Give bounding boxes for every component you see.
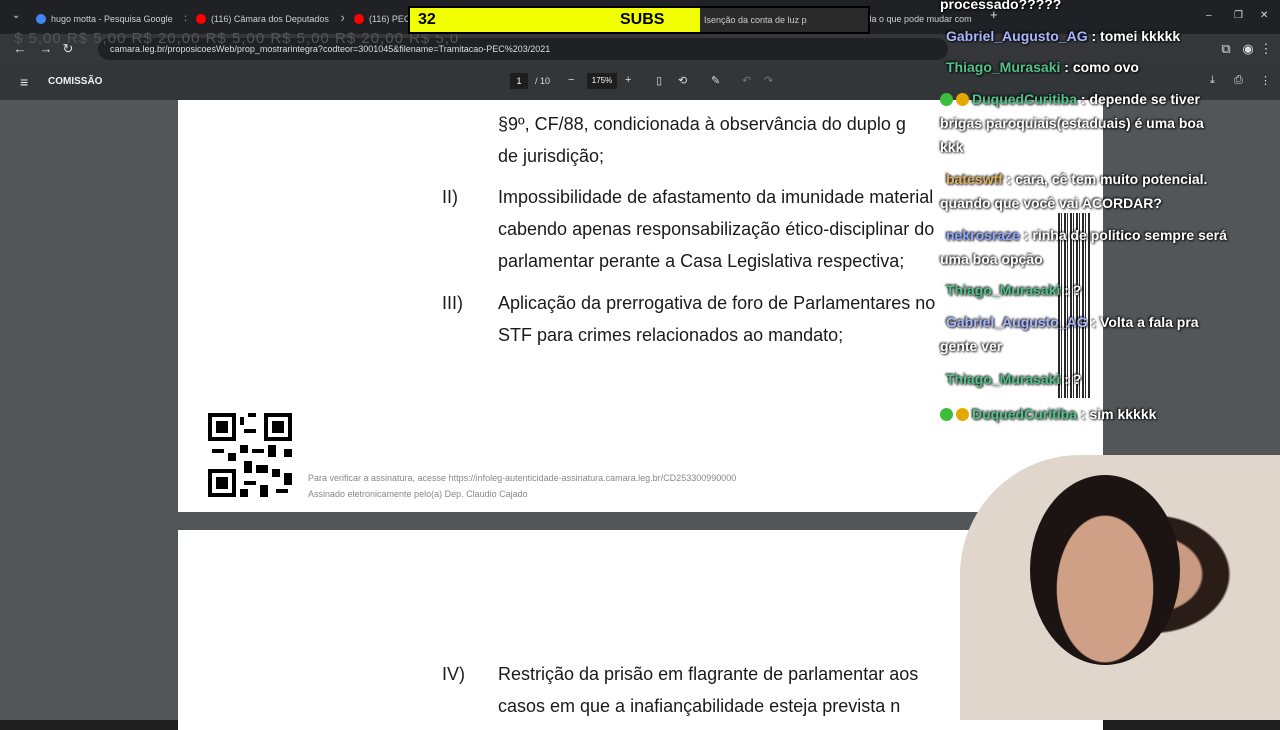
chat-text: kkk [940,139,964,155]
streamer-face [1030,475,1180,665]
chat-text: : cara, cê tem muito potencial. [1006,171,1208,187]
tab-label: Isenção da conta de luz p [704,15,807,25]
browser-tab[interactable]: Isenção da conta de luz p [700,8,868,32]
forward-icon[interactable]: → [38,41,54,56]
chat-username: Gabriel_Augusto_AG [946,314,1088,330]
subs-overlay: 32 SUBS Isenção da conta de luz p [408,6,870,34]
chat-line: kkk [940,139,963,155]
paragraph: Restrição da prisão em flagrante de parl… [498,658,970,722]
signature-signed-text: Assinado eletronicamente pelo(a) Dep. Cl… [308,489,528,499]
badge-icon [940,93,953,106]
youtube-icon [196,14,206,24]
chat-message: Thiago_Murasaki : como ovo [946,59,1139,75]
chat-username: nekrosraze [946,227,1020,243]
zoom-in-icon[interactable]: + [625,74,631,86]
tab-label: (116) PEC [369,14,408,24]
paragraph: §9º, CF/88, condicionada à observância d… [498,108,906,172]
pdf-title: COMISSÃO [48,76,103,87]
browser-tab[interactable]: hugo motta - Pesquisa Google ✕ [36,8,186,30]
text-line: §9º, CF/88, condicionada à observância d… [498,114,906,134]
reload-icon[interactable]: ↻ [60,41,76,57]
subs-counter: 32 [418,11,436,28]
text-line: casos em que a inafiançabilidade esteja … [498,696,901,716]
text-line: de jurisdição; [498,146,605,166]
chat-text: : como ovo [1064,59,1139,75]
chat-text: processado????? [940,0,1062,12]
chat-username: Thiago_Murasaki [946,371,1061,387]
tab-search-icon[interactable]: ⌄ [12,10,20,21]
chat-message: nekrosraze : rinha de politico sempre se… [946,227,1227,243]
chat-text: : ? [1064,282,1082,298]
chat-text: : Volta a fala pra [1091,314,1199,330]
stream-chat: processado????? Gabriel_Augusto_AG : tom… [940,0,1280,430]
chat-message: Gabriel_Augusto_AG : Volta a fala pra [946,314,1199,330]
undo-icon[interactable]: ↶ [742,74,751,87]
chat-line: quando que você vai ACORDAR? [940,195,1162,211]
chat-line: gente ver [940,338,1002,354]
chat-line: processado????? [940,0,1061,12]
chat-username: Thiago_Murasaki [946,59,1061,75]
chat-text: : rinha de politico sempre será [1023,227,1227,243]
badge-icon [956,408,969,421]
zoom-out-icon[interactable]: − [568,74,574,86]
chat-username: DuquedCuritiba [972,91,1077,107]
chat-message: Thiago_Murasaki : ? [946,371,1081,387]
text-line: Impossibilidade de afastamento da imunid… [498,187,934,207]
zoom-input[interactable]: 175% [587,73,617,89]
url-field[interactable]: camara.leg.br/proposicoesWeb/prop_mostra… [98,38,948,60]
chat-message: bateswtf : cara, cê tem muito potencial. [946,171,1207,187]
page-number-input[interactable]: 1 [510,73,528,89]
google-icon [36,14,46,24]
tab-label: (116) Câmara dos Deputados [211,14,329,24]
chat-message: DuquedCuritiba : depende se tiver [940,91,1200,107]
browser-tab[interactable]: (116) Câmara dos Deputados ✕ [196,8,344,30]
chat-text: gente ver [940,338,1003,354]
close-tab-icon[interactable]: ✕ [184,14,186,25]
chat-message: Gabriel_Augusto_AG : tomei kkkkk [946,28,1180,44]
chat-username: Gabriel_Augusto_AG [946,28,1088,44]
paragraph: Impossibilidade de afastamento da imunid… [498,181,970,277]
chat-username: Thiago_Murasaki [946,282,1061,298]
chat-text: quando que você vai ACORDAR? [940,195,1162,211]
tab-label: hugo motta - Pesquisa Google [51,14,173,24]
menu-icon[interactable]: ≡ [20,74,28,90]
chat-line: uma boa opção [940,251,1043,267]
redo-icon[interactable]: ↷ [764,74,773,87]
youtube-icon [354,14,364,24]
rotate-icon[interactable]: ⟲ [678,74,687,87]
page-total: / 10 [535,76,551,86]
annotate-icon[interactable]: ✎ [711,74,720,87]
url-text: camara.leg.br/proposicoesWeb/prop_mostra… [110,44,551,54]
chat-text: : depende se tiver [1080,91,1200,107]
badge-icon [940,408,953,421]
chat-message: DuquedCuritiba : sim kkkkk [940,406,1156,422]
close-tab-icon[interactable]: ✕ [340,14,344,25]
fit-page-icon[interactable]: ▯ [656,74,662,87]
paragraph: Aplicação da prerrogativa de foro de Par… [498,287,935,351]
browser-tab[interactable]: (116) PEC [354,8,408,30]
chat-text: uma boa opção [940,251,1043,267]
chat-message: Thiago_Murasaki : ? [946,282,1081,298]
text-line: Aplicação da prerrogativa de foro de Par… [498,293,936,313]
chat-line: brigas paroquiais(estaduais) é uma boa [940,115,1204,131]
item-label: II) [442,187,458,207]
chat-text: : ? [1064,371,1082,387]
text-line: cabendo apenas responsabilização ético-d… [498,219,935,239]
webcam-overlay [960,455,1280,720]
item-label: IV) [442,664,466,684]
chat-username: DuquedCuritiba [972,406,1077,422]
chat-text: : tomei kkkkk [1091,28,1181,44]
qr-code [208,413,292,497]
badge-icon [956,93,969,106]
chat-username: bateswtf [946,171,1003,187]
chat-text: : sim kkkkk [1080,406,1157,422]
back-icon[interactable]: ← [12,41,28,56]
signature-verify-text: Para verificar a assinatura, acesse http… [308,473,737,483]
item-label: III) [442,293,463,313]
chat-text: brigas paroquiais(estaduais) é uma boa [940,115,1204,131]
text-line: Restrição da prisão em flagrante de parl… [498,664,919,684]
text-line: parlamentar perante a Casa Legislativa r… [498,251,905,271]
text-line: STF para crimes relacionados ao mandato; [498,325,844,345]
